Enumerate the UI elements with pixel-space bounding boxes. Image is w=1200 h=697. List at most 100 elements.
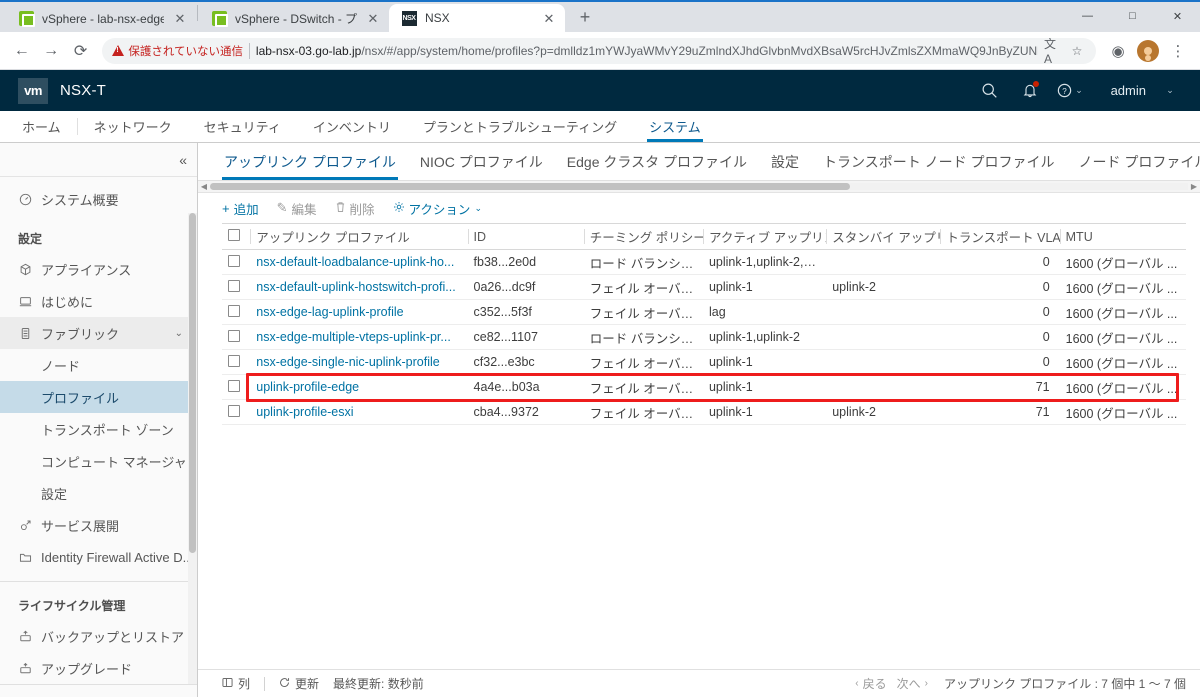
profile-link[interactable]: uplink-profile-esxi <box>256 405 353 419</box>
browser-tab-2[interactable]: vSphere - DSwitch - プロパティ ✕ <box>199 4 389 32</box>
scroll-left-icon[interactable]: ◀ <box>198 182 210 191</box>
new-tab-button[interactable]: + <box>571 3 599 31</box>
columns-button[interactable]: 列 <box>222 675 250 692</box>
profile-link[interactable]: nsx-edge-single-nic-uplink-profile <box>256 355 439 369</box>
close-icon[interactable]: ✕ <box>541 10 557 26</box>
cell-profile-name[interactable]: nsx-edge-single-nic-uplink-profile <box>250 349 468 376</box>
address-bar[interactable]: 保護されていない通信 lab-nsx-03.go-lab.jp/nsx/#/ap… <box>102 37 1097 64</box>
not-secure-indicator[interactable]: 保護されていない通信 <box>112 43 243 59</box>
user-menu[interactable]: admin <box>1111 83 1146 98</box>
profile-link[interactable]: nsx-edge-multiple-vteps-uplink-pr... <box>256 330 451 344</box>
search-icon[interactable] <box>973 74 1007 108</box>
cell-profile-name[interactable]: uplink-profile-esxi <box>250 399 468 426</box>
sidebar-collapse-button[interactable]: « <box>0 143 197 178</box>
reload-icon[interactable]: ⟳ <box>67 36 94 66</box>
next-page-button[interactable]: 次へ › <box>897 675 928 692</box>
nav-item-network[interactable]: ネットワーク <box>78 111 188 142</box>
column-header-active-uplinks[interactable]: アクティブ アップリンク <box>702 223 849 251</box>
row-checkbox[interactable] <box>228 279 240 292</box>
tab-transport-node-profiles[interactable]: トランスポート ノード プロファイル <box>811 143 1067 180</box>
row-select-cell[interactable] <box>222 249 251 276</box>
cell-profile-name[interactable]: nsx-edge-lag-uplink-profile <box>250 299 468 326</box>
column-header-transport-vlan[interactable]: トランスポート VLAN <box>940 223 1070 251</box>
table-row[interactable]: nsx-edge-lag-uplink-profile c352...5f3f … <box>222 299 1186 326</box>
close-icon[interactable]: ✕ <box>365 10 381 26</box>
sidebar-item-getting-started[interactable]: はじめに <box>0 285 197 317</box>
hscroll-thumb[interactable] <box>210 183 850 191</box>
table-row[interactable]: nsx-edge-single-nic-uplink-profile cf32.… <box>222 349 1186 376</box>
sidebar-item-fabric[interactable]: ファブリック ⌄ <box>0 317 197 350</box>
profile-link[interactable]: nsx-default-loadbalance-uplink-ho... <box>256 255 454 269</box>
column-header-profile[interactable]: アップリンク プロファイル <box>250 223 468 251</box>
select-all-checkbox[interactable] <box>228 229 240 242</box>
row-checkbox[interactable] <box>228 404 240 417</box>
sidebar-item-transport-zones[interactable]: トランスポート ゾーン <box>0 413 197 445</box>
sidebar-scrollbar-thumb[interactable] <box>189 213 196 554</box>
hscroll-track[interactable] <box>210 183 1188 191</box>
profile-link[interactable]: nsx-default-uplink-hostswitch-profi... <box>256 280 455 294</box>
sidebar-item-service-deployment[interactable]: サービス展開 <box>0 509 197 541</box>
back-icon[interactable]: ← <box>8 36 35 66</box>
minimize-button[interactable]: — <box>1065 0 1110 32</box>
tab-settings[interactable]: 設定 <box>759 143 811 180</box>
tab-edge-cluster-profiles[interactable]: Edge クラスタ プロファイル <box>555 143 759 180</box>
nav-item-inventory[interactable]: インベントリ <box>297 111 407 142</box>
row-checkbox[interactable] <box>228 254 240 267</box>
row-checkbox[interactable] <box>228 304 240 317</box>
sidebar-item-appliance[interactable]: アプライアンス <box>0 253 197 285</box>
profile-link[interactable]: uplink-profile-edge <box>256 380 359 394</box>
scroll-right-icon[interactable]: ▶ <box>1188 182 1200 191</box>
delete-button[interactable]: 削除 <box>335 199 375 218</box>
forward-icon[interactable]: → <box>37 36 64 66</box>
nav-item-security[interactable]: セキュリティ <box>188 111 297 142</box>
maximize-button[interactable]: □ <box>1110 0 1155 32</box>
row-checkbox[interactable] <box>228 379 240 392</box>
select-all-header[interactable] <box>222 223 251 251</box>
row-checkbox[interactable] <box>228 329 240 342</box>
sidebar-item-profiles[interactable]: プロファイル <box>0 381 197 414</box>
row-select-cell[interactable] <box>222 374 251 401</box>
column-header-mtu[interactable]: MTU <box>1059 223 1186 251</box>
row-select-cell[interactable] <box>222 274 251 301</box>
prev-page-button[interactable]: ‹ 戻る <box>855 675 886 692</box>
column-header-standby-uplinks[interactable]: スタンバイ アップリンク <box>826 223 973 251</box>
nav-item-plan-troubleshoot[interactable]: プランとトラブルシューティング <box>407 111 633 142</box>
browser-menu-icon[interactable]: ⋮ <box>1164 37 1192 65</box>
bell-icon[interactable] <box>1013 74 1047 108</box>
sidebar-item-identity-firewall-ad[interactable]: Identity Firewall Active D... <box>0 541 197 573</box>
tab-nioc-profiles[interactable]: NIOC プロファイル <box>408 143 555 180</box>
row-select-cell[interactable] <box>222 299 251 326</box>
edit-button[interactable]: ✎ 編集 <box>277 199 317 218</box>
sidebar-item-system-overview[interactable]: システム概要 <box>0 183 197 215</box>
column-header-teaming-policy[interactable]: チーミング ポリシー <box>583 223 706 251</box>
cell-profile-name[interactable]: uplink-profile-edge <box>250 374 468 401</box>
close-window-button[interactable]: ✕ <box>1155 0 1200 32</box>
sidebar-item-backup-restore[interactable]: バックアップとリストア <box>0 620 197 652</box>
table-row[interactable]: uplink-profile-esxi cba4...9372 フェイル オーバ… <box>222 399 1186 426</box>
content-horizontal-scrollbar[interactable]: ◀ ▶ <box>198 181 1200 194</box>
profile-link[interactable]: nsx-edge-lag-uplink-profile <box>256 305 403 319</box>
browser-tab-1[interactable]: vSphere - lab-nsx-edge-31 - サマ ✕ <box>6 4 196 32</box>
avatar[interactable] <box>1134 37 1162 65</box>
tab-uplink-profiles[interactable]: アップリンク プロファイル <box>212 143 408 181</box>
sidebar-item-compute-managers[interactable]: コンピュート マネージャ <box>0 445 197 477</box>
sidebar-item-nodes[interactable]: ノード <box>0 349 197 381</box>
row-checkbox[interactable] <box>228 354 240 367</box>
column-header-id[interactable]: ID <box>467 223 584 251</box>
table-row[interactable]: nsx-default-loadbalance-uplink-ho... fb3… <box>222 249 1186 276</box>
table-row[interactable]: nsx-default-uplink-hostswitch-profi... 0… <box>222 274 1186 301</box>
browser-tab-3[interactable]: NSX NSX ✕ <box>389 4 565 32</box>
help-icon[interactable]: ? ⌄ <box>1053 74 1087 108</box>
sidebar-item-upgrade[interactable]: アップグレード <box>0 652 197 684</box>
add-button[interactable]: + 追加 <box>222 199 259 218</box>
nav-item-home[interactable]: ホーム <box>18 111 77 142</box>
row-select-cell[interactable] <box>222 399 251 426</box>
refresh-button[interactable]: 更新 <box>279 675 319 692</box>
cell-profile-name[interactable]: nsx-default-uplink-hostswitch-profi... <box>250 274 468 301</box>
actions-menu-button[interactable]: アクション ⌄ <box>393 199 482 218</box>
extension-icon[interactable]: ◉ <box>1104 37 1132 65</box>
sidebar-item-fabric-settings[interactable]: 設定 <box>0 477 197 509</box>
table-row[interactable]: nsx-edge-multiple-vteps-uplink-pr... ce8… <box>222 324 1186 351</box>
tab-node-profiles[interactable]: ノード プロファイル <box>1066 143 1200 180</box>
close-icon[interactable]: ✕ <box>172 10 188 26</box>
